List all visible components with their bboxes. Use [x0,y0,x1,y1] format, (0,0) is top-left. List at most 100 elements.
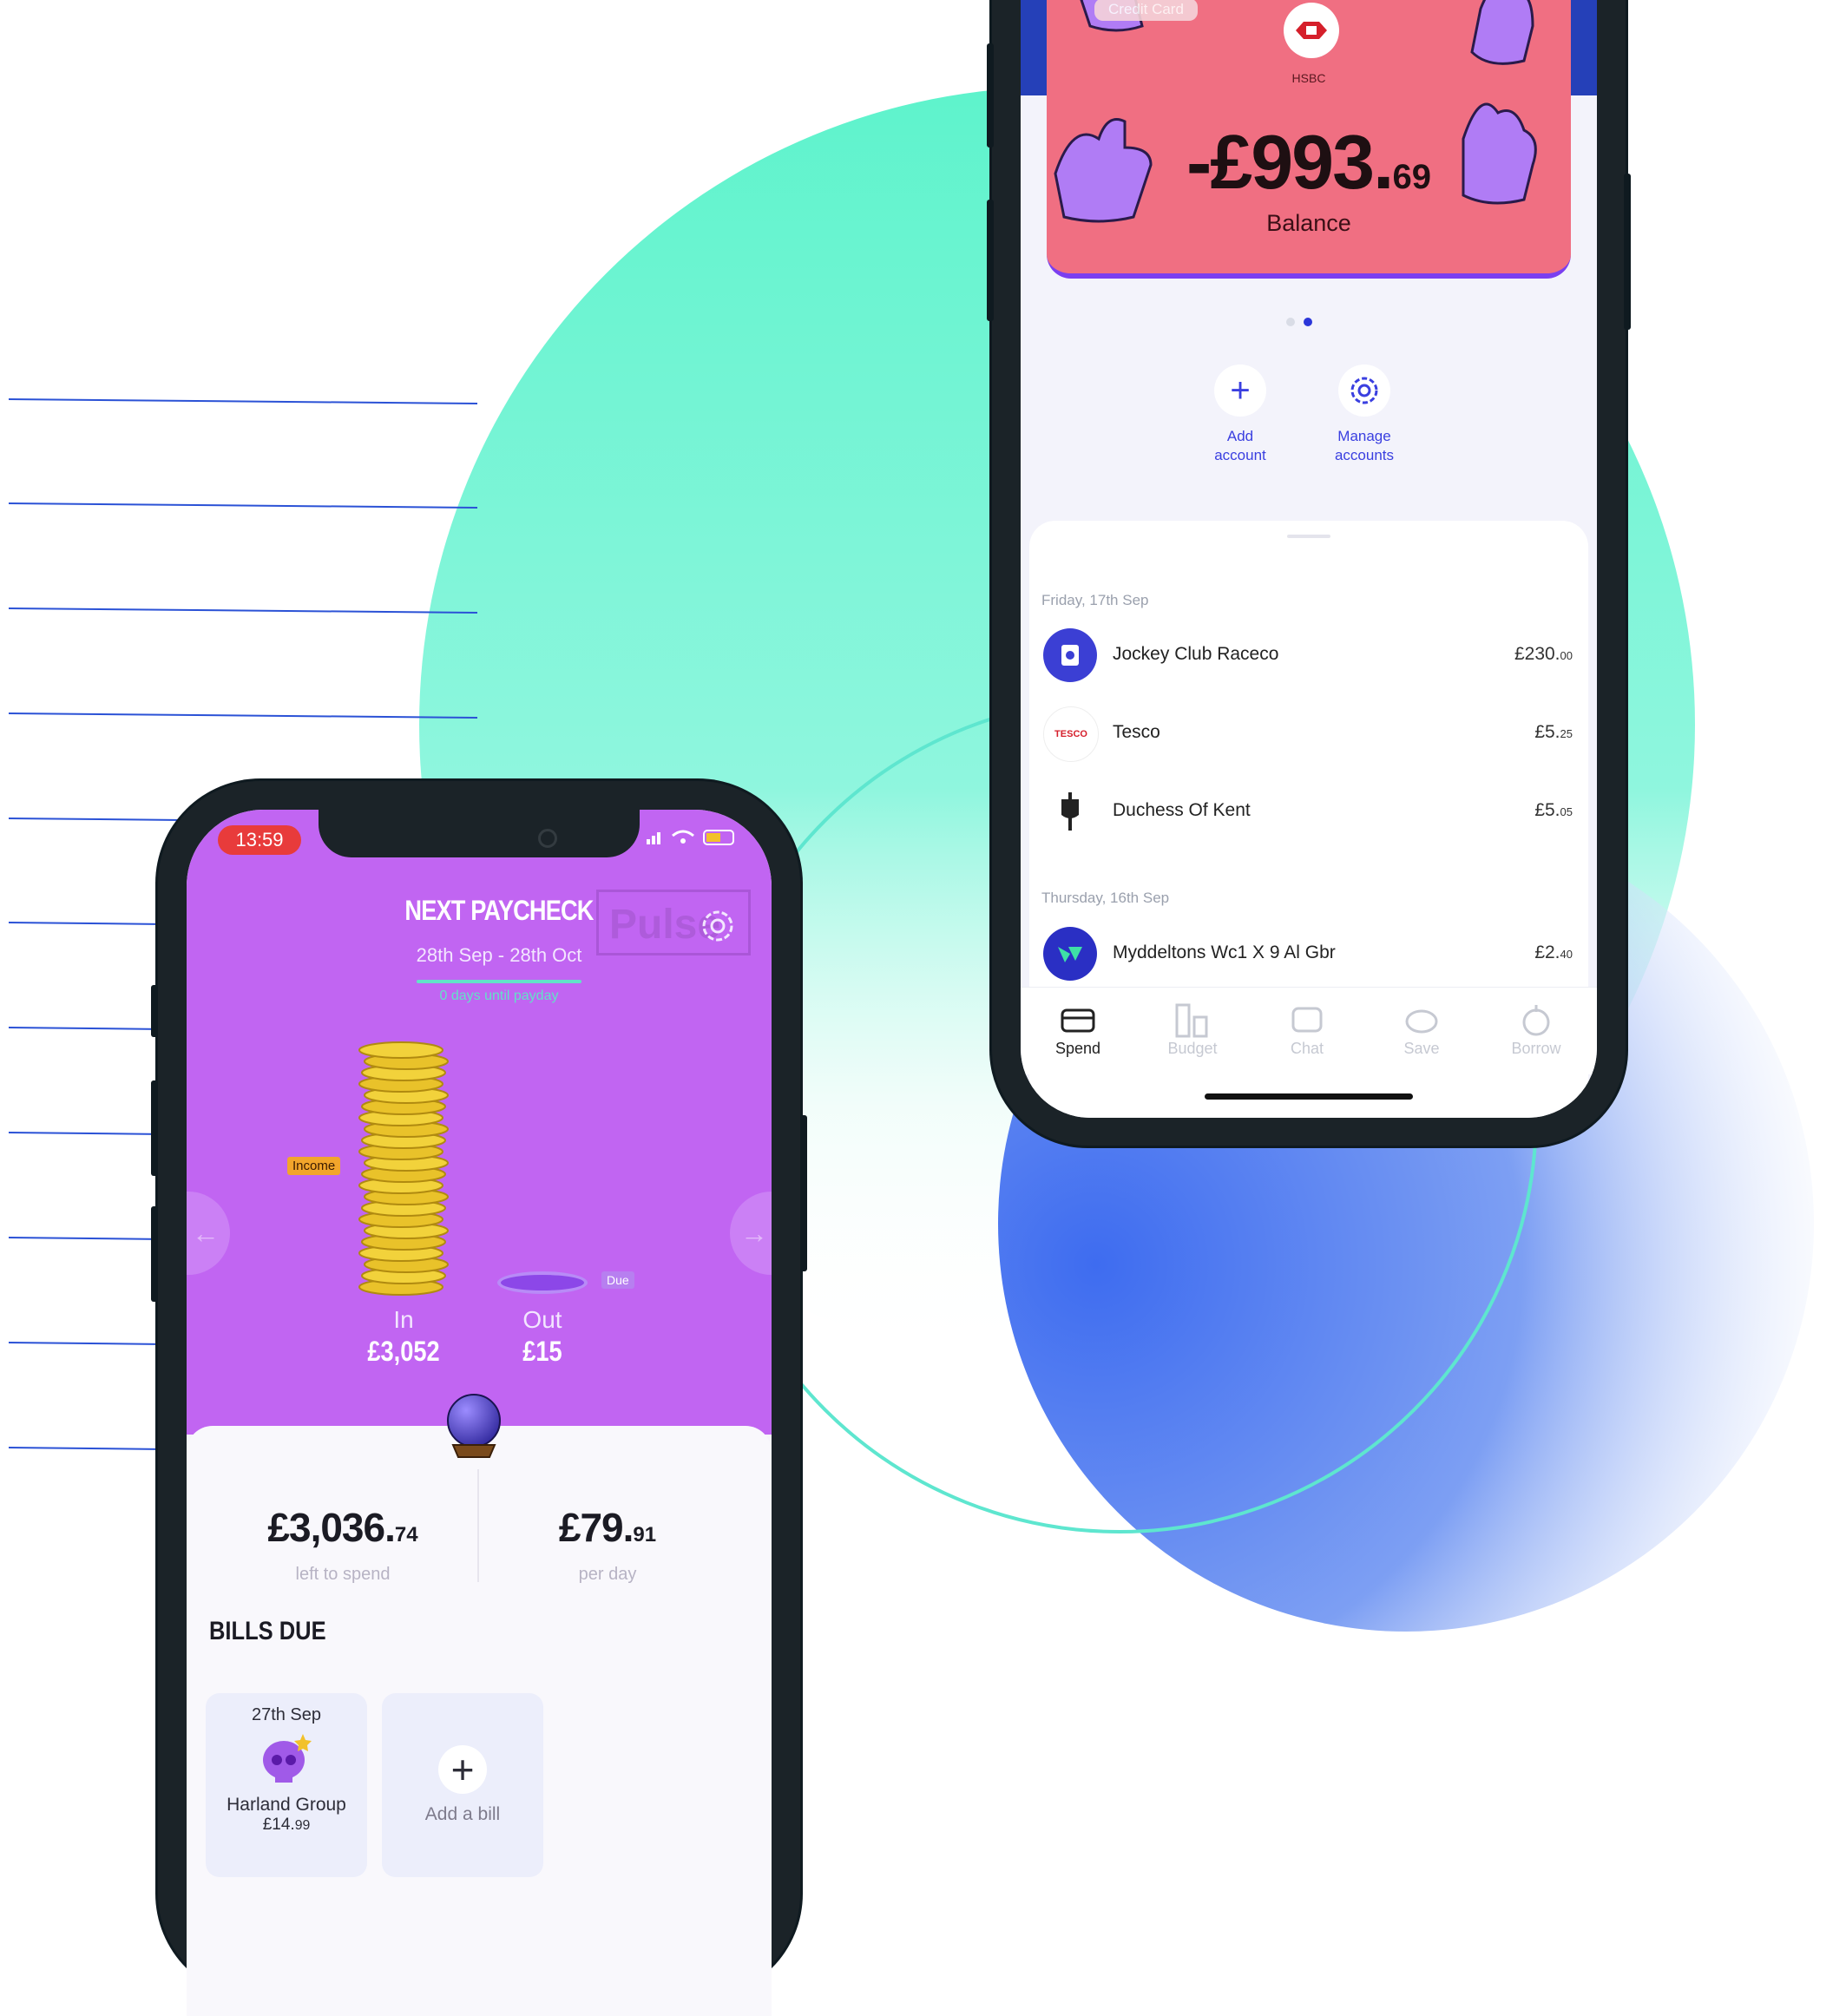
out-coin-icon [497,1271,588,1294]
next-arrow-button[interactable]: → [730,1192,772,1275]
transaction-amount: £5.05 [1534,800,1573,821]
bills-due-title: BILLS DUE [209,1617,326,1645]
out-value: £15 [522,1336,562,1367]
balance-amount: -£993.69 [1047,118,1571,207]
transaction-name: Duchess Of Kent [1113,800,1251,820]
side-button [987,43,994,148]
value-pence: 74 [394,1523,418,1546]
paycheck-progress-bar [417,980,581,983]
in-label: In [393,1306,414,1333]
chat-icon [1250,1001,1364,1040]
transaction-amount: £230.00 [1514,644,1573,665]
left-phone: 13:59 Pulse NEXT PAYCHECK 28th Sep - 28t… [151,781,807,2016]
tesco-logo-icon: TESCO [1043,706,1099,762]
carousel-dots[interactable] [1286,318,1312,326]
plus-icon: + [438,1745,487,1794]
amount-pence: 40 [1560,948,1573,961]
plus-icon: + [1214,364,1266,417]
transaction-amount: £5.25 [1534,722,1573,743]
bill-card[interactable]: 27th Sep Harland Group £14.99 [206,1693,367,1877]
tab-label: Save [1403,1040,1440,1057]
transaction-name: Tesco [1113,722,1160,742]
balance-main: -£993. [1186,119,1395,205]
gear-icon [1338,364,1390,417]
in-summary: In £3,052 [338,1306,469,1368]
in-value: £3,052 [367,1336,440,1367]
skull-icon [263,1734,312,1783]
sheet-handle[interactable] [1287,535,1330,538]
side-button [987,200,994,321]
date-header: Friday, 17th Sep [1041,592,1149,608]
side-button [151,1080,158,1176]
tesco-logo-text: TESCO [1054,729,1087,739]
tab-save[interactable]: Save [1364,1001,1479,1058]
add-account-button[interactable]: + Add account [1184,364,1297,465]
carousel-dot[interactable] [1286,318,1295,326]
manage-accounts-label: Manage [1337,428,1391,444]
camera-icon [538,829,557,848]
pub-sign-logo-icon [1043,785,1097,838]
myddeltons-logo-icon [1043,927,1097,981]
side-button [151,985,158,1037]
bank-name: HSBC [1291,71,1326,85]
amount-pence: 00 [1560,649,1573,662]
transaction-row[interactable]: Myddeltons Wc1 X 9 Al Gbr £2.40 [1043,923,1573,984]
arrow-right-icon: → [740,1217,768,1249]
value-pence: 91 [633,1523,657,1546]
add-bill-button[interactable]: + Add a bill [382,1693,543,1877]
transaction-row[interactable]: TESCO Tesco £5.25 [1043,703,1573,764]
transaction-row[interactable]: Duchess Of Kent £5.05 [1043,781,1573,842]
bottom-tab-bar: Spend Budget Chat Save Borrow [1021,987,1597,1074]
account-card[interactable]: Credit Card HSBC -£993.69 Balance [1047,0,1571,279]
amount-main: £14. [262,1816,295,1834]
coin [358,1041,443,1059]
tab-label: Spend [1054,1040,1101,1057]
arrow-left-icon: ← [192,1217,220,1249]
right-phone-screen: Credit Card HSBC -£993.69 Balance + Add a… [1021,0,1597,1118]
transaction-row[interactable]: Jockey Club Raceco £230.00 [1043,625,1573,686]
settings-gear-icon[interactable] [699,907,737,945]
manage-accounts-label-2: accounts [1334,447,1395,463]
hsbc-logo-icon [1284,3,1339,58]
paycheck-date-range: 28th Sep - 28th Oct [416,944,582,966]
per-day-value: £79.91 [521,1504,694,1551]
out-label: Out [522,1306,562,1333]
add-account-label: Add [1226,428,1254,444]
transaction-amount: £2.40 [1534,942,1573,963]
tab-label: Borrow [1511,1040,1561,1057]
carousel-dot-active[interactable] [1304,318,1312,326]
jockey-club-logo-icon [1043,628,1097,682]
transaction-name: Jockey Club Raceco [1113,644,1279,664]
side-button [800,1115,807,1271]
previous-arrow-button[interactable]: ← [187,1192,230,1275]
add-account-label-2: account [1214,447,1266,463]
tab-label: Chat [1290,1040,1324,1057]
manage-accounts-button[interactable]: Manage accounts [1308,364,1421,465]
bill-date: 27th Sep [251,1705,322,1724]
amount-pence: 99 [294,1818,311,1833]
phone-notch [319,810,640,857]
value-main: £79. [558,1505,634,1550]
card-icon [1021,1001,1135,1040]
amount-main: £2. [1534,942,1560,962]
out-summary: Out £15 [477,1306,608,1368]
tab-label: Budget [1167,1040,1218,1057]
next-paycheck-title: NEXT PAYCHECK [404,895,594,926]
crystal-ball-icon [447,1394,501,1458]
tab-budget[interactable]: Budget [1135,1001,1250,1058]
amount-pence: 25 [1560,727,1573,740]
status-icons [647,827,742,850]
coin-stack-icon [358,1041,449,1296]
home-indicator[interactable] [1205,1093,1413,1100]
due-tag: Due [601,1271,634,1289]
right-phone: Credit Card HSBC -£993.69 Balance + Add a… [987,0,1631,1146]
left-phone-screen: 13:59 Pulse NEXT PAYCHECK 28th Sep - 28t… [187,810,772,2016]
tab-borrow[interactable]: Borrow [1479,1001,1593,1058]
borrow-icon [1479,1001,1593,1040]
amount-main: £5. [1534,800,1560,820]
signal-wifi-battery-icon [647,830,734,845]
tab-chat[interactable]: Chat [1250,1001,1364,1058]
tab-spend[interactable]: Spend [1021,1001,1135,1058]
card-type-badge: Credit Card [1094,0,1198,21]
transaction-name: Myddeltons Wc1 X 9 Al Gbr [1113,942,1336,962]
